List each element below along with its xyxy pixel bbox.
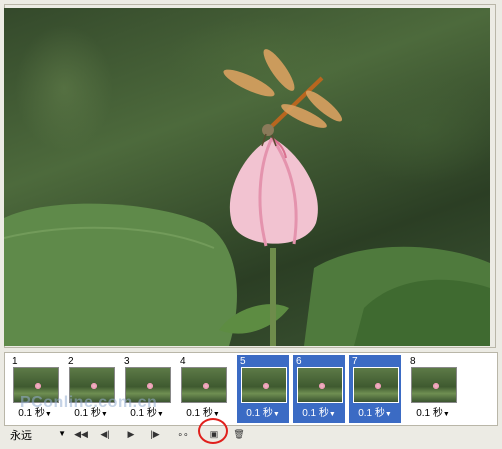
highlight-circle xyxy=(198,418,228,444)
frame-thumbnail xyxy=(411,367,457,403)
frame-number: 1 xyxy=(12,356,18,367)
next-frame-button[interactable]: |▶ xyxy=(146,427,164,442)
first-frame-button[interactable]: ◀◀ xyxy=(72,427,90,442)
preview-image-lotus-dragonfly xyxy=(4,8,490,346)
frame-delay[interactable]: 0.1 秒▼ xyxy=(237,404,289,419)
watermark: PConline.com.cn xyxy=(20,394,158,411)
frame-1[interactable]: 1 0.1 秒▼ xyxy=(9,355,61,423)
chevron-down-icon: ▼ xyxy=(58,429,66,438)
frame-number: 6 xyxy=(296,356,302,367)
chevron-down-icon: ▼ xyxy=(156,411,164,418)
frame-2[interactable]: 2 0.1 秒▼ xyxy=(65,355,117,423)
frame-number: 4 xyxy=(180,356,186,367)
frame-delay[interactable]: 0.1 秒▼ xyxy=(293,404,345,419)
loop-value: 永远 xyxy=(10,430,32,442)
frame-7[interactable]: 7 0.1 秒▼ xyxy=(349,355,401,423)
chevron-down-icon: ▼ xyxy=(272,411,280,418)
chevron-down-icon: ▼ xyxy=(442,411,450,418)
chevron-down-icon: ▼ xyxy=(44,411,52,418)
chevron-down-icon: ▼ xyxy=(384,411,392,418)
frame-delay[interactable]: 0.1 秒▼ xyxy=(407,404,459,419)
tween-button[interactable]: ∘∘ xyxy=(174,427,192,442)
frame-delay[interactable]: 0.1 秒▼ xyxy=(177,404,229,419)
frame-number: 8 xyxy=(410,356,416,367)
loop-options-select[interactable]: 永远 ▼ xyxy=(10,427,68,442)
chevron-down-icon: ▼ xyxy=(328,411,336,418)
frame-delay[interactable]: 0.1 秒▼ xyxy=(349,404,401,419)
frame-thumbnail xyxy=(353,367,399,403)
animation-frames-panel: 1 0.1 秒▼ 2 0.1 秒▼ 3 0.1 秒▼ 4 0.1 秒▼ 5 0.… xyxy=(4,352,498,426)
frame-3[interactable]: 3 0.1 秒▼ xyxy=(121,355,173,423)
frame-thumbnail xyxy=(297,367,343,403)
photo-illustration xyxy=(4,49,490,346)
frame-6[interactable]: 6 0.1 秒▼ xyxy=(293,355,345,423)
frame-number: 3 xyxy=(124,356,130,367)
frame-thumbnail xyxy=(241,367,287,403)
frame-5[interactable]: 5 0.1 秒▼ xyxy=(237,355,289,423)
play-button[interactable]: ▶ xyxy=(122,427,140,442)
animation-toolbar: 永远 ▼ ◀◀ ◀| ▶ |▶ ∘∘ ▣ 🗑 xyxy=(4,426,498,444)
chevron-down-icon: ▼ xyxy=(212,411,220,418)
frame-number: 5 xyxy=(240,356,246,367)
previous-frame-button[interactable]: ◀| xyxy=(96,427,114,442)
delete-frame-button[interactable]: 🗑 xyxy=(230,427,248,442)
frame-8[interactable]: 8 0.1 秒▼ xyxy=(407,355,459,423)
frame-4[interactable]: 4 0.1 秒▼ xyxy=(177,355,229,423)
frame-number: 2 xyxy=(68,356,74,367)
frame-thumbnail xyxy=(181,367,227,403)
chevron-down-icon: ▼ xyxy=(100,411,108,418)
frame-number: 7 xyxy=(352,356,358,367)
